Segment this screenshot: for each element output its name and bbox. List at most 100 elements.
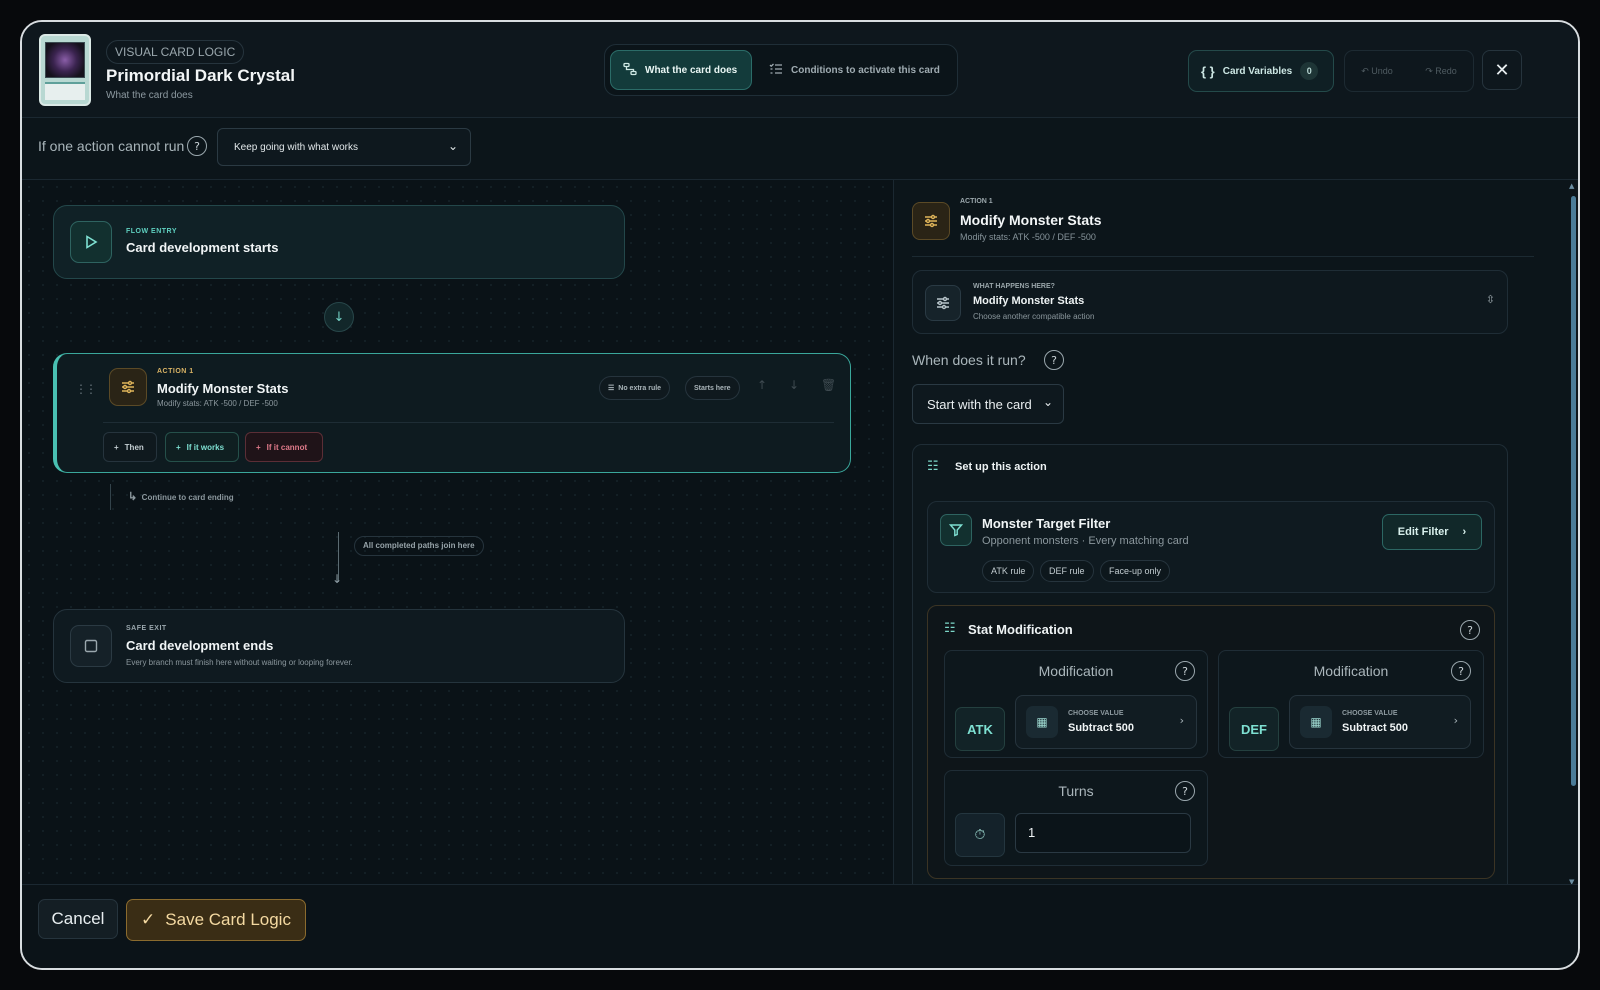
filter-tag: ATK rule [982,560,1035,582]
atk-value-button[interactable]: ▦ CHOOSE VALUE Subtract 500 › [1015,695,1197,749]
exit-title: Card development ends [126,638,274,653]
close-button[interactable]: ✕ [1482,50,1522,90]
help-icon[interactable]: ? [1460,620,1480,640]
visual-card-logic-badge: VISUAL CARD LOGIC [106,40,245,64]
move-down-icon[interactable]: ↓ [789,378,799,392]
starts-here-chip[interactable]: Starts here [685,376,740,400]
cancel-button[interactable]: Cancel [38,899,118,939]
sliders-icon [925,285,961,321]
help-icon[interactable]: ? [1044,350,1064,370]
add-if-works-button[interactable]: + If it works [165,432,239,462]
value-blocks-icon: ▦ [1026,706,1058,738]
inspector-title: Modify Monster Stats [960,212,1102,228]
tab-label: What the card does [645,64,738,76]
view-tabs: What the card does Conditions to activat… [604,44,958,96]
when-value: Start with the card [927,396,1032,412]
trash-icon[interactable]: 🗑 [821,378,836,392]
then-label: Then [124,442,144,452]
tab-what-the-card-does[interactable]: What the card does [610,50,752,90]
play-icon [70,221,112,263]
undo-redo-group: ↶ Undo ↷ Redo [1344,50,1474,92]
action-divider [103,422,834,423]
continue-text: ↳ Continue to card ending [128,490,234,503]
drag-handle-icon[interactable]: ⋮⋮ [75,382,97,396]
sliders-icon: ☷ [927,459,939,474]
help-icon[interactable]: ? [1175,661,1195,681]
filter-tag: DEF rule [1040,560,1094,582]
action-type-selector[interactable]: WHAT HAPPENS HERE? Modify Monster Stats … [912,270,1508,334]
inspector-subtitle: Modify stats: ATK -500 / DEF -500 [960,232,1096,242]
check-icon: ✓ [141,910,156,929]
card-variables-count: 0 [1300,62,1319,80]
action-inspector-panel: ACTION 1 Modify Monster Stats Modify sta… [894,180,1578,884]
help-icon[interactable]: ? [187,136,207,156]
action-title: Modify Monster Stats [157,381,289,396]
continue-label: Continue to card ending [141,493,234,502]
rule-chip-label: No extra rule [618,384,662,392]
move-up-icon[interactable]: ↑ [757,378,767,392]
redo-button[interactable]: ↷ Redo [1425,66,1457,77]
modification-label: Modification [1038,663,1114,679]
tab-label: Conditions to activate this card [791,64,940,76]
close-icon: ✕ [1494,59,1510,81]
undo-label: Undo [1371,65,1393,76]
chevron-down-icon: ⌄ [447,139,458,153]
def-value-button[interactable]: ▦ CHOOSE VALUE Subtract 500 › [1289,695,1471,749]
chevron-right-icon: › [1179,714,1184,727]
action-subtitle: Modify stats: ATK -500 / DEF -500 [157,399,278,408]
action-node[interactable]: ⋮⋮ ACTION 1 Modify Monster Stats Modify … [53,353,851,473]
def-badge: DEF [1229,707,1279,751]
filter-title: Monster Target Filter [982,516,1111,531]
help-icon[interactable]: ? [1175,781,1195,801]
page-title: Primordial Dark Crystal [106,66,295,85]
chevron-down-icon: ⌄ [1042,395,1053,409]
card-variables-button[interactable]: { } Card Variables 0 [1188,50,1334,92]
value-text: Subtract 500 [1342,722,1409,734]
filter-subtitle: Opponent monsters · Every matching card [982,535,1189,547]
help-icon[interactable]: ? [1451,661,1471,681]
sliders-icon [109,368,147,406]
stat-modification-title: Stat Modification [968,622,1073,637]
modal-header: VISUAL CARD LOGIC Primordial Dark Crysta… [22,22,1578,118]
modification-label: Modification [1313,663,1389,679]
entry-title: Card development starts [126,240,279,255]
rule-chip[interactable]: ☰ No extra rule [599,376,671,400]
flow-exit-node[interactable]: SAFE EXIT Card development ends Every br… [53,609,625,683]
scroll-up-icon[interactable]: ▲ [1569,182,1574,190]
chevron-updown-icon: ⇳ [1485,293,1495,306]
page-subtitle: What the card does [106,90,193,101]
save-label: Save Card Logic [165,910,291,929]
filter-icon [940,514,972,546]
failure-policy-select[interactable]: Keep going with what works ⌄ [217,128,471,166]
inspector-eyebrow: ACTION 1 [960,198,993,205]
failure-policy-label: If one action cannot run [38,138,185,154]
panel-scrollbar[interactable]: ▲ ▼ [1569,182,1576,884]
checklist-icon: ☰ [608,385,615,392]
tab-conditions[interactable]: Conditions to activate this card [757,50,953,90]
turns-input[interactable]: 1 [1015,813,1191,853]
add-if-cannot-button[interactable]: + If it cannot [245,432,323,462]
undo-icon: ↶ [1361,65,1369,76]
setup-title: Set up this action [955,461,1047,473]
flow-entry-node[interactable]: FLOW ENTRY Card development starts [53,205,625,279]
continue-connector [110,484,111,510]
turns-card: Turns ? ⏱ 1 [944,770,1208,866]
undo-button[interactable]: ↶ Undo [1361,66,1393,77]
value-blocks-icon: ▦ [1300,706,1332,738]
what-eyebrow: WHAT HAPPENS HERE? [973,283,1055,290]
edit-filter-button[interactable]: Edit Filter › [1382,514,1482,550]
arrow-down-icon: ↓ [332,572,343,586]
arrow-down-icon[interactable]: ↓ [324,302,354,332]
scrollbar-thumb[interactable] [1571,196,1576,786]
exit-subtitle: Every branch must finish here without wa… [126,658,353,667]
flow-icon [623,62,637,79]
edit-filter-label: Edit Filter [1397,526,1449,538]
plus-icon: + [114,442,119,452]
when-select[interactable]: Start with the card ⌄ [912,384,1064,424]
sliders-icon: ☷ [944,621,956,636]
save-card-logic-button[interactable]: ✓ Save Card Logic [126,899,306,941]
flow-canvas: FLOW ENTRY Card development starts ↓ ⋮⋮ … [22,180,894,884]
add-then-button[interactable]: + Then [103,432,157,462]
plus-icon: + [176,442,181,452]
failure-policy-value: Keep going with what works [234,141,358,153]
